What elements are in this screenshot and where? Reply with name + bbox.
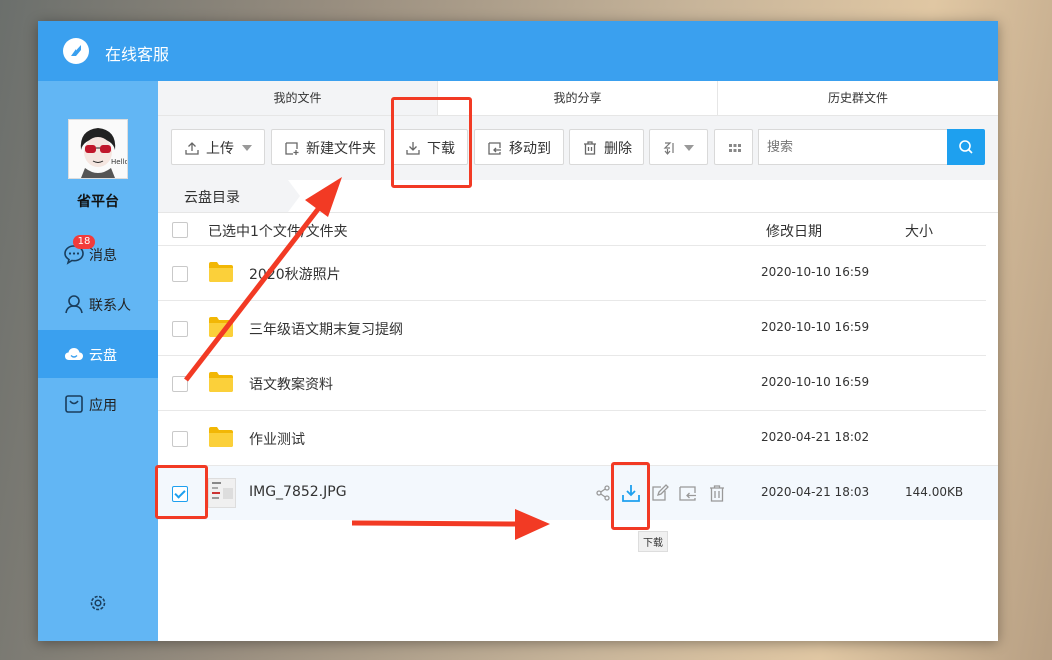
annotation-arrow-up — [305, 177, 342, 217]
annotation-arrows — [184, 177, 550, 540]
annotation-arrow-right — [515, 509, 550, 540]
